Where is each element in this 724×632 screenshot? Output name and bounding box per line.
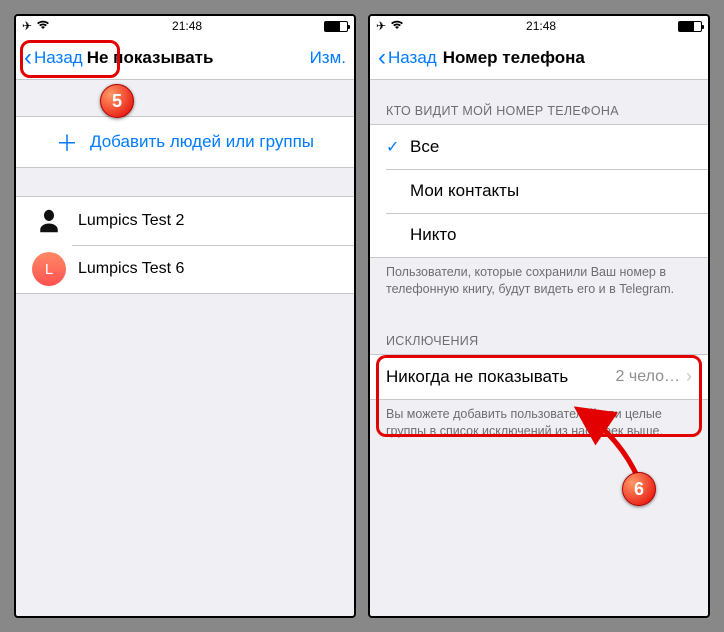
edit-button[interactable]: Изм. xyxy=(310,48,346,68)
status-bar: ✈ 21:48 xyxy=(370,16,708,36)
step-badge-5: 5 xyxy=(100,84,134,118)
airplane-mode-icon: ✈ xyxy=(22,19,32,33)
chevron-right-icon: › xyxy=(686,366,692,387)
option-contacts[interactable]: Мои контакты xyxy=(370,169,708,213)
page-title: Не показывать xyxy=(87,48,214,68)
exceptions-group: Никогда не показывать 2 чело… › xyxy=(370,354,708,400)
chevron-left-icon: ‹ xyxy=(24,44,32,72)
screenshot-left: ✈ 21:48 ‹ Назад Не показывать Изм. ＋ Доб… xyxy=(14,14,356,618)
option-everyone[interactable]: ✓ Все xyxy=(370,125,708,169)
add-section: ＋ Добавить людей или группы xyxy=(16,116,354,168)
screenshot-right: ✈ 21:48 ‹ Назад Номер телефона КТО ВИДИТ… xyxy=(368,14,710,618)
status-time: 21:48 xyxy=(172,19,202,33)
nav-bar: ‹ Назад Номер телефона xyxy=(370,36,708,80)
list-item[interactable]: L Lumpics Test 6 xyxy=(16,245,354,293)
visibility-options: ✓ Все Мои контакты Никто xyxy=(370,124,708,258)
battery-icon xyxy=(324,21,348,32)
section-footer: Вы можете добавить пользователей или цел… xyxy=(370,400,708,452)
never-show-row[interactable]: Никогда не показывать 2 чело… › xyxy=(370,355,708,399)
back-button[interactable]: ‹ Назад xyxy=(24,44,83,72)
option-label: Мои контакты xyxy=(410,181,692,201)
option-label: Все xyxy=(410,137,692,157)
nav-bar: ‹ Назад Не показывать Изм. xyxy=(16,36,354,80)
back-label: Назад xyxy=(34,48,83,68)
contacts-list: Lumpics Test 2 L Lumpics Test 6 xyxy=(16,196,354,294)
wifi-icon xyxy=(390,20,404,33)
exception-label: Никогда не показывать xyxy=(386,367,616,387)
section-footer: Пользователи, которые сохранили Ваш номе… xyxy=(370,258,708,310)
airplane-mode-icon: ✈ xyxy=(376,19,386,33)
option-nobody[interactable]: Никто xyxy=(370,213,708,257)
status-bar: ✈ 21:48 xyxy=(16,16,354,36)
contact-name: Lumpics Test 2 xyxy=(78,212,184,230)
plus-icon: ＋ xyxy=(56,126,78,158)
chevron-left-icon: ‹ xyxy=(378,44,386,72)
list-item[interactable]: Lumpics Test 2 xyxy=(16,197,354,245)
avatar-icon: L xyxy=(32,252,66,286)
checkmark-icon: ✓ xyxy=(386,137,410,157)
section-header: ИСКЛЮЧЕНИЯ xyxy=(370,310,708,354)
section-header: КТО ВИДИТ МОЙ НОМЕР ТЕЛЕФОНА xyxy=(370,80,708,124)
option-label: Никто xyxy=(410,225,692,245)
battery-icon xyxy=(678,21,702,32)
avatar-silhouette-icon xyxy=(32,204,66,238)
back-label: Назад xyxy=(388,48,437,68)
wifi-icon xyxy=(36,20,50,33)
add-people-button[interactable]: ＋ Добавить людей или группы xyxy=(16,117,354,167)
exception-value: 2 чело… xyxy=(616,368,680,386)
page-title: Номер телефона xyxy=(443,48,585,68)
step-badge-6: 6 xyxy=(622,472,656,506)
add-label: Добавить людей или группы xyxy=(90,132,314,152)
back-button[interactable]: ‹ Назад xyxy=(378,44,437,72)
status-time: 21:48 xyxy=(526,19,556,33)
contact-name: Lumpics Test 6 xyxy=(78,260,184,278)
